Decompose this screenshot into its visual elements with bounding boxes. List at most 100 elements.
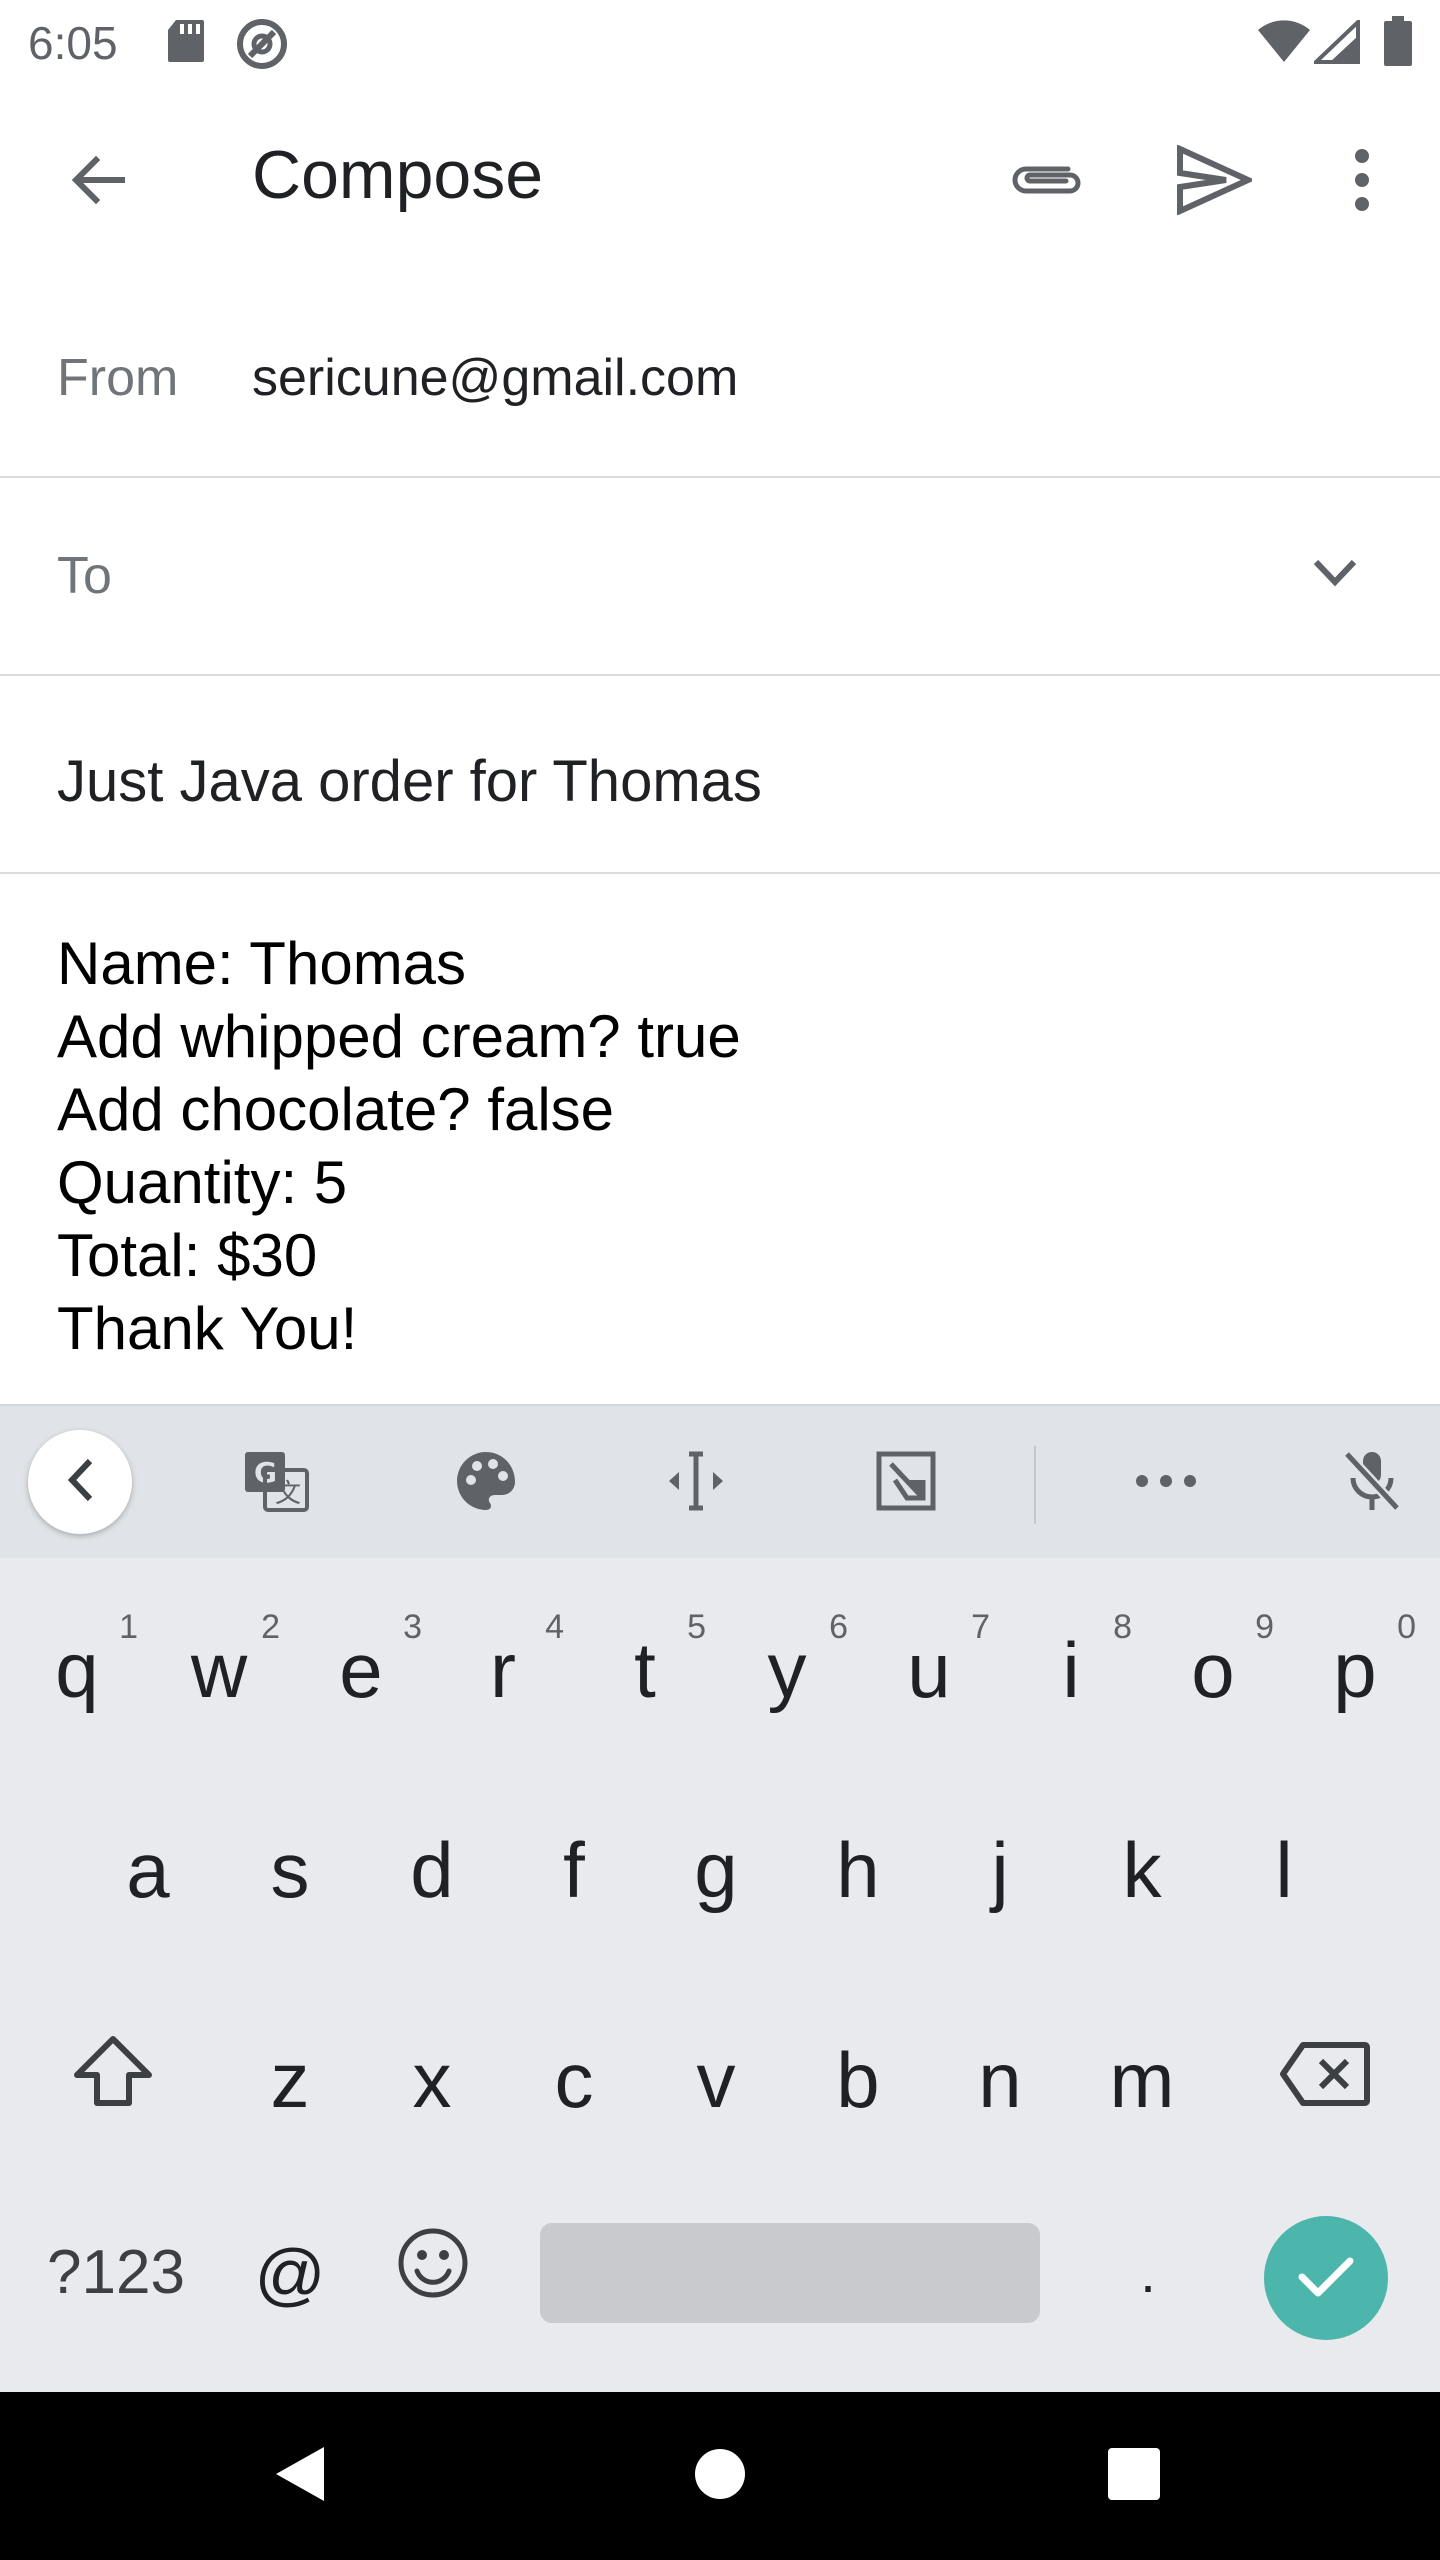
key-e[interactable]: e3: [290, 1590, 432, 1750]
key-x[interactable]: x: [361, 2000, 503, 2160]
key-hint: 1: [119, 1608, 138, 1646]
battery-icon: [1384, 16, 1412, 71]
key-r[interactable]: r4: [432, 1590, 574, 1750]
more-options-button[interactable]: [1306, 126, 1418, 238]
toolbar-divider: [1034, 1446, 1036, 1524]
key-q[interactable]: q1: [6, 1590, 148, 1750]
key-hint: 8: [1113, 1608, 1132, 1646]
toolbar-more-button[interactable]: [1116, 1433, 1216, 1533]
nav-recents-button[interactable]: [1084, 2426, 1184, 2526]
check-icon: [1296, 2253, 1356, 2304]
nav-home-button[interactable]: [670, 2426, 770, 2526]
body-line-thanks: Thank You!: [57, 1295, 358, 1362]
status-bar: 6:05: [0, 0, 1440, 84]
key-b[interactable]: b: [787, 2000, 929, 2160]
key-k[interactable]: k: [1071, 1790, 1213, 1950]
back-button[interactable]: [42, 126, 154, 238]
backspace-key[interactable]: [1254, 2000, 1396, 2160]
key-label: p: [1333, 1625, 1377, 1714]
key-label: t: [634, 1625, 656, 1714]
key-z[interactable]: z: [219, 2000, 361, 2160]
key-l[interactable]: l: [1213, 1790, 1355, 1950]
key-u[interactable]: u7: [858, 1590, 1000, 1750]
to-field[interactable]: [170, 528, 1250, 628]
at-sign-icon: [236, 18, 288, 75]
key-s[interactable]: s: [219, 1790, 361, 1950]
signal-icon: [1311, 17, 1360, 69]
send-icon: [1176, 143, 1256, 220]
smiley-icon: [397, 2227, 469, 2318]
voice-input-button[interactable]: [1322, 1433, 1422, 1533]
back-arrow-icon: [66, 148, 130, 217]
app-bar: Compose: [0, 84, 1440, 280]
key-p[interactable]: p0: [1284, 1590, 1426, 1750]
key-label: e: [339, 1625, 383, 1714]
to-label: To: [57, 547, 112, 605]
mic-off-icon: [1341, 1448, 1403, 1519]
body-line-chocolate: Add chocolate? false: [57, 1076, 615, 1143]
to-expand-button[interactable]: [1300, 540, 1370, 610]
translate-button[interactable]: G文: [226, 1433, 326, 1533]
key-c[interactable]: c: [503, 2000, 645, 2160]
from-label: From: [57, 349, 179, 407]
key-y[interactable]: y6: [716, 1590, 858, 1750]
chevron-down-icon: [1312, 558, 1358, 593]
body-line-name: Name: Thomas: [57, 930, 467, 997]
from-value[interactable]: sericune@gmail.com: [252, 348, 738, 408]
floating-keyboard-button[interactable]: [856, 1433, 956, 1533]
sd-card-icon: [166, 18, 206, 69]
body-line-total: Total: $30: [57, 1222, 318, 1289]
period-key[interactable]: .: [1077, 2192, 1219, 2352]
backspace-icon: [1279, 2035, 1371, 2126]
navigation-bar: [0, 2392, 1440, 2560]
key-o[interactable]: o9: [1142, 1590, 1284, 1750]
key-label: r: [490, 1625, 516, 1714]
key-hint: 6: [829, 1608, 848, 1646]
symbols-key[interactable]: ?123: [36, 2192, 196, 2352]
key-label: u: [907, 1625, 951, 1714]
enter-key[interactable]: [1264, 2216, 1388, 2340]
key-h[interactable]: h: [787, 1790, 929, 1950]
key-j[interactable]: j: [929, 1790, 1071, 1950]
svg-text:文: 文: [275, 1479, 301, 1509]
palette-icon: [455, 1450, 517, 1517]
key-m[interactable]: m: [1071, 2000, 1213, 2160]
key-v[interactable]: v: [645, 2000, 787, 2160]
key-d[interactable]: d: [361, 1790, 503, 1950]
key-w[interactable]: w2: [148, 1590, 290, 1750]
shift-icon: [73, 2035, 153, 2126]
floating-keyboard-icon: [875, 1450, 937, 1517]
toolbar-collapse-button[interactable]: [28, 1430, 132, 1534]
translate-icon: G文: [243, 1450, 309, 1517]
body-line-quantity: Quantity: 5: [57, 1149, 348, 1216]
key-hint: 2: [261, 1608, 280, 1646]
subject-field[interactable]: Just Java order for Thomas: [57, 748, 762, 815]
wifi-icon: [1256, 20, 1312, 69]
subject-row[interactable]: Just Java order for Thomas: [0, 676, 1440, 874]
key-a[interactable]: a: [77, 1790, 219, 1950]
more-vert-icon: [1352, 148, 1372, 217]
attach-button[interactable]: [990, 126, 1102, 238]
space-key[interactable]: [540, 2223, 1040, 2323]
key-hint: 7: [971, 1608, 990, 1646]
emoji-key[interactable]: [362, 2192, 504, 2352]
more-horiz-icon: [1135, 1474, 1197, 1493]
theme-button[interactable]: [436, 1433, 536, 1533]
key-hint: 3: [403, 1608, 422, 1646]
key-t[interactable]: t5: [574, 1590, 716, 1750]
text-cursor-icon: [661, 1450, 731, 1517]
from-row[interactable]: From sericune@gmail.com: [0, 280, 1440, 478]
key-i[interactable]: i8: [1000, 1590, 1142, 1750]
compose-body[interactable]: Name: Thomas Add whipped cream? true Add…: [0, 874, 1440, 1404]
shift-key[interactable]: [42, 2000, 184, 2160]
key-at[interactable]: @: [219, 2194, 361, 2354]
text-editing-button[interactable]: [646, 1433, 746, 1533]
nav-back-button[interactable]: [250, 2426, 350, 2526]
key-g[interactable]: g: [645, 1790, 787, 1950]
key-label: o: [1191, 1625, 1235, 1714]
nav-home-icon: [694, 2448, 746, 2505]
send-button[interactable]: [1158, 126, 1270, 238]
key-n[interactable]: n: [929, 2000, 1071, 2160]
status-time: 6:05: [28, 17, 118, 69]
key-f[interactable]: f: [503, 1790, 645, 1950]
